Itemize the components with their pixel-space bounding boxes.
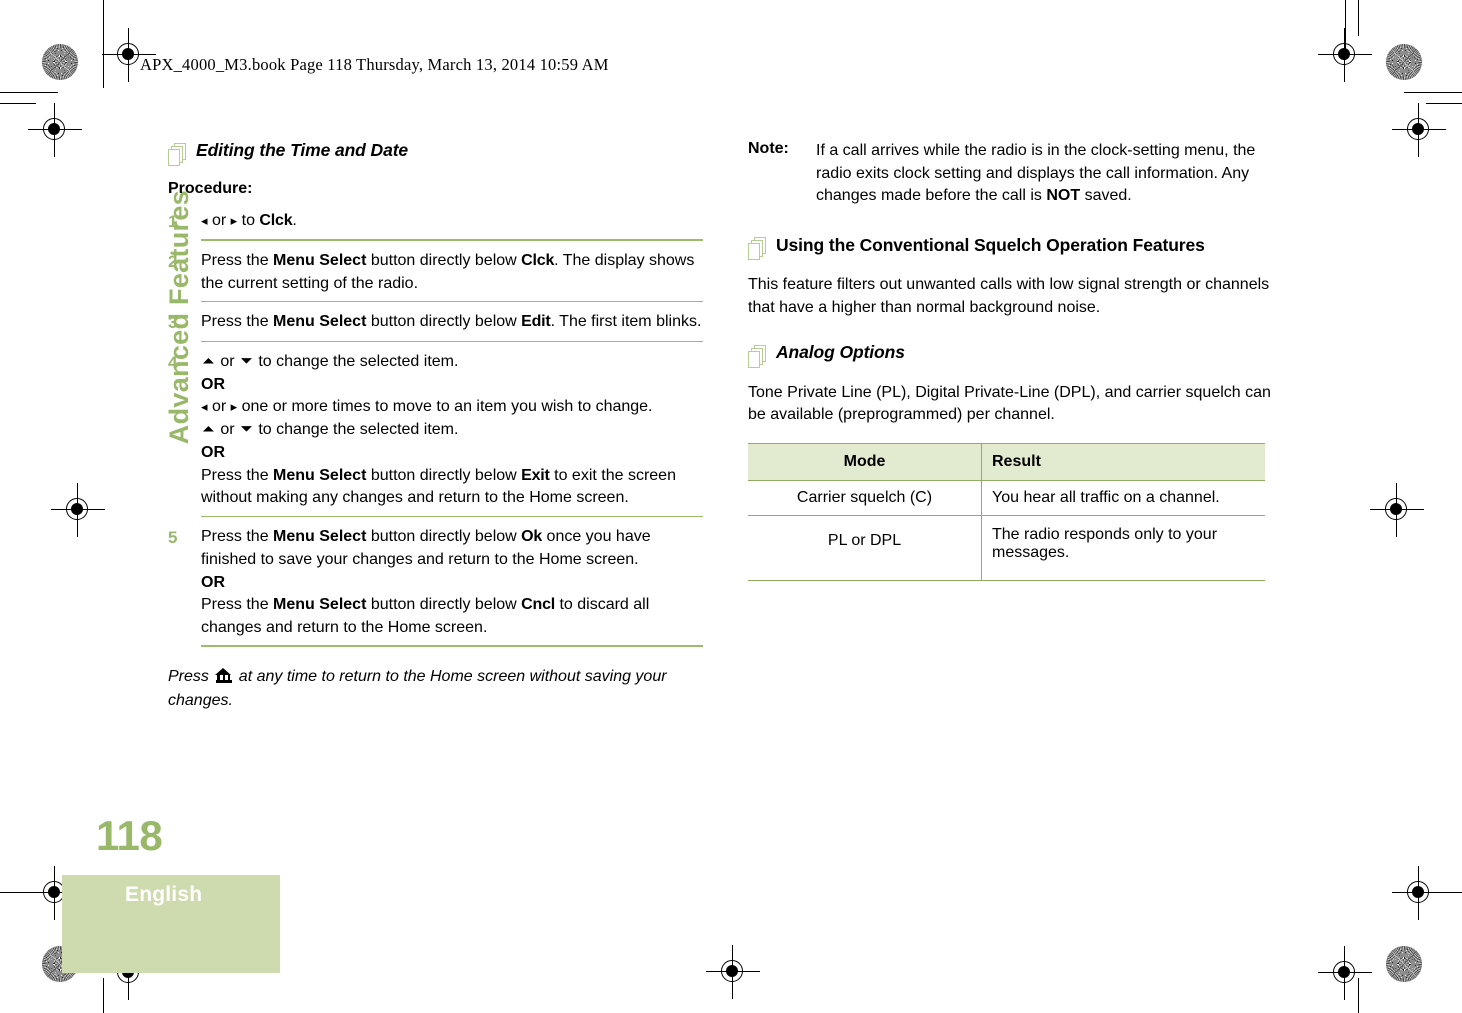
step-text: Press the Menu Select button directly be… xyxy=(201,313,702,331)
arrow-left-icon: ◂ xyxy=(201,399,208,415)
note-emphasis-not: NOT xyxy=(1046,187,1081,205)
trim-line-bottom-left-v xyxy=(103,978,105,1013)
pages-stack-icon xyxy=(748,344,767,368)
step-number: 2 xyxy=(168,251,178,271)
procedure-steps: 1 ◂ or ▸ to Clck. 2 Press the Menu Selec… xyxy=(168,210,703,647)
step-text: ▲ or ▼ to change the selected item. OR ◂… xyxy=(199,353,676,507)
table-cell-result: You hear all traffic on a channel. xyxy=(981,480,1265,517)
menu-select-button-ref: Menu Select xyxy=(273,596,367,614)
softkey-clck: Clck xyxy=(521,251,555,269)
rosette-mark-bottom-right xyxy=(1386,946,1422,982)
step-item: 4 ▲ or ▼ to change the selected item. OR… xyxy=(168,351,703,518)
step-number: 4 xyxy=(168,353,178,373)
section-title: Using the Conventional Squelch Operation… xyxy=(776,235,1205,256)
arrow-down-icon: ▼ xyxy=(237,355,256,366)
step-text: ◂ or ▸ to Clck. xyxy=(201,212,297,229)
trim-line-bottom-right-h xyxy=(1426,892,1462,894)
table-cell-result: The radio responds only to your messages… xyxy=(981,515,1265,582)
page-number: 118 xyxy=(96,812,163,859)
closing-note-before: Press xyxy=(168,667,214,685)
or-separator: OR xyxy=(201,443,225,461)
menu-select-button-ref: Menu Select xyxy=(273,466,367,484)
step-item: 2 Press the Menu Select button directly … xyxy=(168,250,703,303)
table-row: Carrier squelch (C) You hear all traffic… xyxy=(748,480,1265,517)
arrow-right-icon: ▸ xyxy=(230,213,238,228)
note-block: Note: If a call arrives while the radio … xyxy=(748,140,1283,208)
section-heading-analog-options: Analog Options xyxy=(748,342,1283,368)
trim-line-top-left-short xyxy=(0,92,58,94)
step-item: 1 ◂ or ▸ to Clck. xyxy=(168,210,703,241)
table-row: PL or DPL The radio responds only to you… xyxy=(748,515,1265,582)
step-number: 3 xyxy=(168,313,178,333)
trim-line-bottom-left-h xyxy=(0,892,36,894)
step-number: 5 xyxy=(168,528,178,548)
menu-select-button-ref: Menu Select xyxy=(273,313,367,331)
analog-options-table: Mode Result Carrier squelch (C) You hear… xyxy=(748,443,1265,582)
section-heading-editing-time-date: Editing the Time and Date xyxy=(168,140,703,166)
crosshair-mark-top-right-inner xyxy=(1392,103,1446,157)
menu-select-button-ref: Menu Select xyxy=(273,251,367,269)
softkey-clck: Clck xyxy=(259,212,293,229)
header-divider-left xyxy=(103,30,105,88)
section-title: Analog Options xyxy=(776,341,905,362)
trim-line-top-right-h xyxy=(1426,103,1462,105)
menu-select-button-ref: Menu Select xyxy=(273,528,367,546)
step-item: 5 Press the Menu Select button directly … xyxy=(168,526,703,647)
step-text: Press the Menu Select button directly be… xyxy=(201,251,695,292)
section-heading-squelch: Using the Conventional Squelch Operation… xyxy=(748,234,1283,261)
arrow-up-icon: ▲ xyxy=(199,423,218,435)
header-divider-right xyxy=(1345,0,1347,60)
procedure-label: Procedure: xyxy=(168,180,253,197)
trim-line-top-right-v xyxy=(1358,0,1360,36)
left-column: Editing the Time and Date Procedure: 1 ◂… xyxy=(168,140,703,713)
or-separator: OR xyxy=(201,573,225,591)
home-icon xyxy=(215,667,232,683)
softkey-edit: Edit xyxy=(521,313,551,331)
trim-line-top-left-h xyxy=(0,103,36,105)
step-text: Press the Menu Select button directly be… xyxy=(201,528,651,636)
analog-body-text: Tone Private Line (PL), Digital Private-… xyxy=(748,383,1271,424)
closing-note-after: at any time to return to the Home screen… xyxy=(168,667,667,709)
step-item: 3 Press the Menu Select button directly … xyxy=(168,311,703,342)
arrow-right-icon: ▸ xyxy=(230,399,238,415)
crosshair-mark-mid-right xyxy=(1370,483,1424,537)
pages-stack-icon xyxy=(168,143,187,166)
rosette-mark-top-left xyxy=(42,44,78,80)
running-head: APX_4000_M3.book Page 118 Thursday, Marc… xyxy=(140,55,609,74)
crosshair-mark-mid-left xyxy=(51,483,105,537)
crosshair-mark-bottom-center xyxy=(706,945,760,999)
crosshair-mark-bottom-right-inner xyxy=(1318,946,1372,1000)
step-number: 1 xyxy=(168,212,178,231)
rosette-mark-top-right xyxy=(1386,44,1422,80)
note-text: If a call arrives while the radio is in … xyxy=(816,142,1256,205)
crosshair-mark-top-left-inner xyxy=(28,103,82,157)
softkey-exit: Exit xyxy=(521,466,550,484)
or-separator: OR xyxy=(201,375,225,393)
table-header-row: Mode Result xyxy=(748,443,1265,482)
note-label: Note: xyxy=(748,140,789,157)
language-label: English xyxy=(125,883,203,906)
section-title: Editing the Time and Date xyxy=(196,140,409,160)
trim-line-bottom-right-v xyxy=(1358,978,1360,1013)
arrow-up-icon: ▲ xyxy=(199,355,218,366)
right-column: Note: If a call arrives while the radio … xyxy=(748,140,1283,582)
softkey-ok: Ok xyxy=(521,528,543,546)
pages-stack-icon xyxy=(748,237,767,261)
squelch-body-text: This feature filters out unwanted calls … xyxy=(748,276,1270,316)
table-header-result: Result xyxy=(981,443,1265,482)
table-cell-mode: Carrier squelch (C) xyxy=(748,480,982,517)
trim-line-top-right-short xyxy=(1404,92,1462,94)
arrow-left-icon: ◂ xyxy=(201,213,208,228)
table-cell-mode: PL or DPL xyxy=(748,515,982,582)
table-header-mode: Mode xyxy=(748,443,982,482)
softkey-cncl: Cncl xyxy=(521,596,556,614)
closing-note: Press at any time to return to the Home … xyxy=(168,665,703,713)
arrow-down-icon: ▼ xyxy=(237,423,256,435)
